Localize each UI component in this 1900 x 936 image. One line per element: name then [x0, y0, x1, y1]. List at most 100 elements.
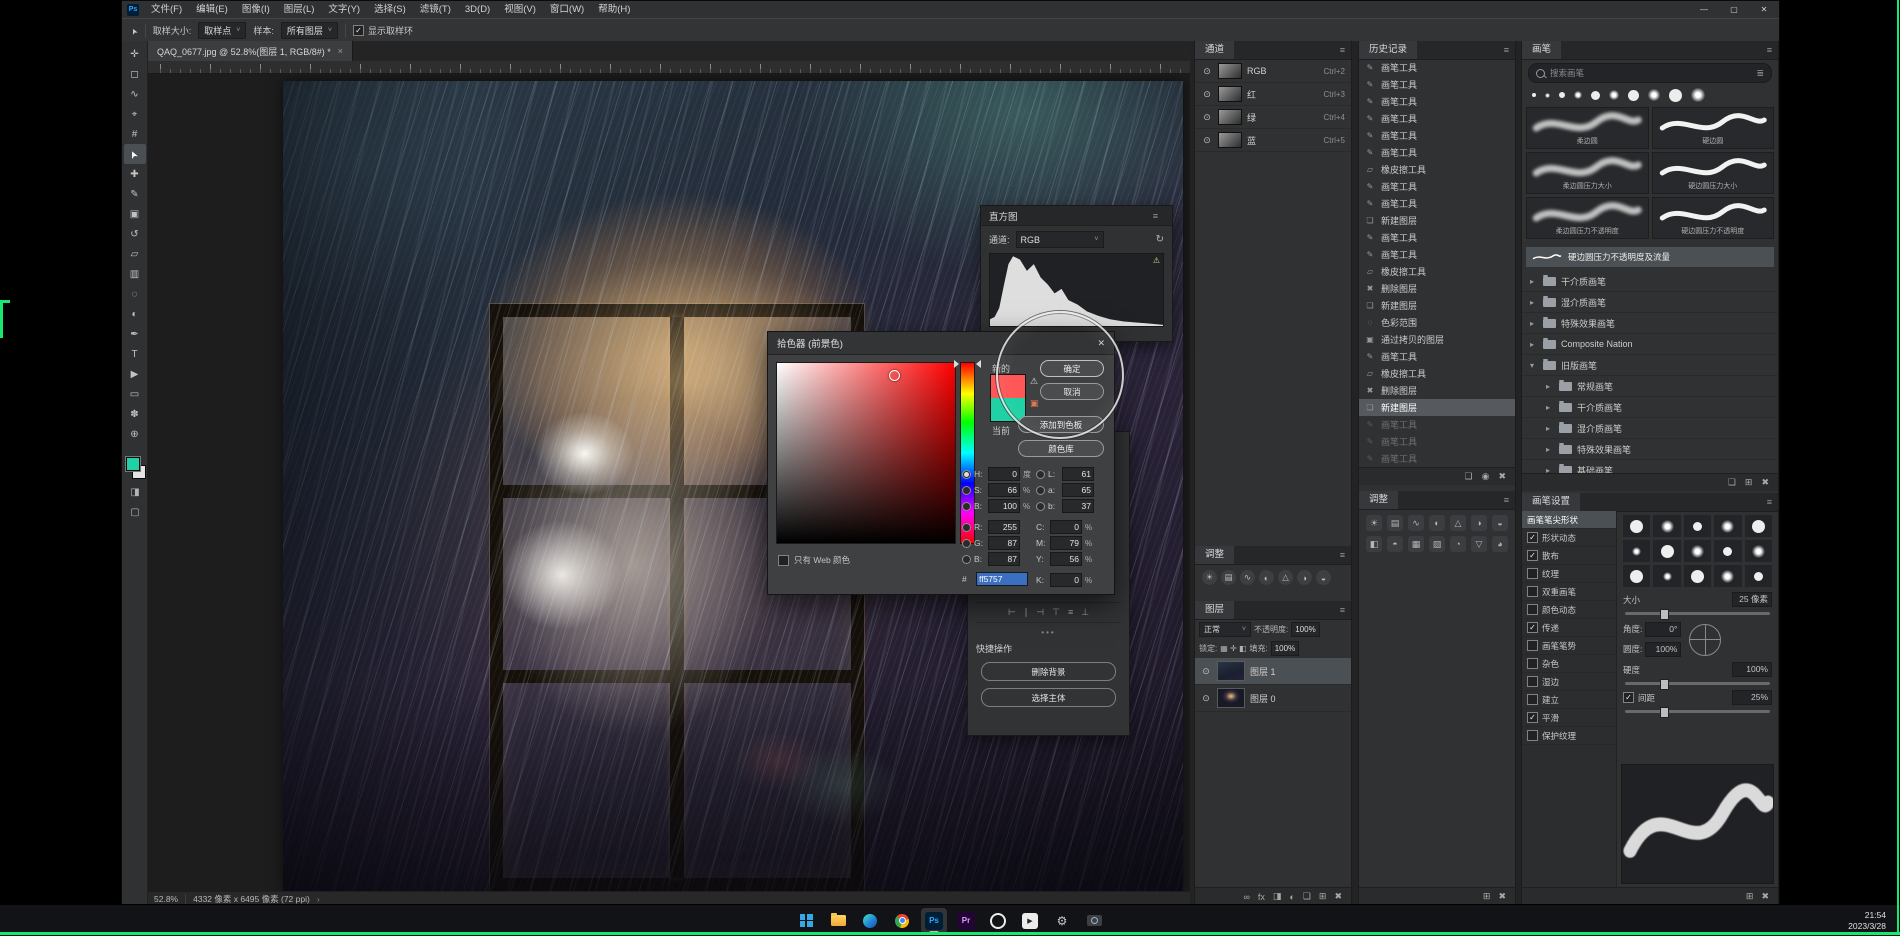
panel-menu-icon[interactable]: ≡ — [1147, 211, 1164, 221]
invert-icon[interactable]: ◔ — [1450, 536, 1466, 552]
spacing-checkbox[interactable]: ✓ — [1623, 692, 1634, 703]
new-layer-icon[interactable]: ⊞ — [1319, 891, 1327, 902]
visibility-eye-icon[interactable]: ⊙ — [1201, 112, 1213, 123]
value-input[interactable]: 87 — [988, 536, 1020, 550]
brush-folder[interactable]: ▸ 特殊效果画笔 — [1522, 439, 1778, 460]
exposure-icon[interactable]: ◐ — [1259, 570, 1274, 585]
visibility-eye-icon[interactable]: ⊙ — [1201, 66, 1213, 77]
chrome-button[interactable] — [889, 908, 915, 934]
checkbox-icon[interactable]: ✓ — [1527, 640, 1538, 651]
channel-mixer-icon[interactable]: ▦ — [1408, 536, 1424, 552]
history-brush-tool[interactable]: ↺ — [124, 224, 146, 244]
maximize-button[interactable]: ▢ — [1719, 1, 1749, 18]
align-bottom-icon[interactable]: ⊥ — [1081, 607, 1089, 618]
brush-folder[interactable]: ▾ 旧版画笔 — [1522, 355, 1778, 376]
brush-option-row[interactable]: ✓ 平滑 — [1522, 709, 1616, 727]
brush-option-row[interactable]: ✓ 颜色动态 — [1522, 601, 1616, 619]
vibrance-icon[interactable]: △ — [1450, 515, 1466, 531]
new-snapshot-icon[interactable]: ◉ — [1482, 471, 1490, 482]
align-middle-icon[interactable]: ≡ — [1068, 607, 1073, 618]
refresh-histogram-icon[interactable]: ↻ — [1156, 234, 1164, 245]
menu-item[interactable]: 帮助(H) — [591, 1, 637, 18]
brush-option-row[interactable]: ✓ 形状动态 — [1522, 529, 1616, 547]
adjustment-layer-icon[interactable]: ◐ — [1289, 892, 1294, 902]
color-balance-icon[interactable]: ◒ — [1316, 570, 1331, 585]
photoshop-taskbar-button[interactable]: Ps — [921, 908, 947, 934]
screen-mode-button[interactable]: ▢ — [122, 507, 148, 518]
curves-icon[interactable]: ∿ — [1240, 570, 1255, 585]
brush-preset[interactable]: 柔边圆 — [1526, 107, 1649, 149]
layer-mask-icon[interactable]: ◨ — [1273, 891, 1282, 902]
menu-item[interactable]: 编辑(E) — [189, 1, 235, 18]
show-sampling-ring-checkbox[interactable]: ✓ 显示取样环 — [353, 24, 413, 37]
checkbox-icon[interactable]: ✓ — [1527, 586, 1538, 597]
brush-preset[interactable]: 硬边圆压力大小 — [1652, 152, 1775, 194]
channel-row[interactable]: ⊙ 蓝 Ctrl+5 — [1195, 129, 1351, 152]
move-tool[interactable]: ✛ — [124, 44, 146, 64]
brush-tip-grid[interactable] — [1623, 515, 1772, 587]
exposure-icon[interactable]: ◐ — [1429, 515, 1445, 531]
panel-menu-icon[interactable]: ≡ — [1334, 45, 1351, 55]
file-explorer-button[interactable] — [825, 908, 851, 934]
delete-settings-icon[interactable]: ✖ — [1761, 891, 1769, 902]
quick-action-button[interactable]: 删除背景 — [981, 662, 1116, 681]
expand-arrow-icon[interactable]: ▾ — [1530, 361, 1538, 370]
hue-saturation-icon[interactable]: ◑ — [1471, 515, 1487, 531]
cancel-button[interactable]: 取消 — [1040, 383, 1104, 400]
layer-group-icon[interactable]: ❏ — [1303, 891, 1311, 902]
menu-item[interactable]: 图像(I) — [235, 1, 277, 18]
checkbox-icon[interactable]: ✓ — [1527, 730, 1538, 741]
brush-folder[interactable]: ▸ 特殊效果画笔 — [1522, 313, 1778, 334]
lasso-tool[interactable]: ∿ — [124, 84, 146, 104]
pen-tool[interactable]: ✒ — [124, 324, 146, 344]
quick-mask-button[interactable]: ◨ — [122, 487, 148, 498]
blur-tool[interactable]: ◌ — [124, 284, 146, 304]
settings-button[interactable]: ⚙ — [1049, 908, 1075, 934]
link-layers-icon[interactable]: ∞ — [1243, 892, 1249, 902]
expand-arrow-icon[interactable]: ▸ — [1530, 298, 1538, 307]
ok-button[interactable]: 确定 — [1040, 360, 1104, 377]
document-tab[interactable]: QAQ_0677.jpg @ 52.8%(图层 1, RGB/8#) * × — [148, 41, 353, 61]
align-top-icon[interactable]: ⊤ — [1052, 607, 1060, 618]
history-step[interactable]: ✎ 画笔工具 — [1359, 450, 1515, 467]
color-field-marker[interactable] — [889, 370, 900, 381]
panel-menu-icon[interactable]: ≡ — [1498, 45, 1515, 55]
history-step[interactable]: ▱ 橡皮擦工具 — [1359, 161, 1515, 178]
brush-folder[interactable]: ▸ 湿介质画笔 — [1522, 292, 1778, 313]
layer-row[interactable]: ⊙ 图层 1 — [1195, 658, 1351, 685]
saturation-brightness-field[interactable] — [776, 362, 956, 544]
dialog-close-icon[interactable]: ✕ — [1097, 338, 1105, 349]
menu-item[interactable]: 图层(L) — [277, 1, 322, 18]
brush-preset[interactable]: 硬边圆 — [1652, 107, 1775, 149]
brush-tool[interactable]: ✎ — [124, 184, 146, 204]
brush-preset[interactable]: 柔边圆压力不透明度 — [1526, 197, 1649, 239]
fill-value[interactable]: 100% — [1271, 641, 1299, 656]
checkbox-icon[interactable]: ✓ — [1527, 694, 1538, 705]
levels-icon[interactable]: ▤ — [1221, 570, 1236, 585]
checkbox-icon[interactable]: ✓ — [1527, 568, 1538, 579]
opacity-value[interactable]: 100% — [1291, 622, 1319, 637]
brush-folder[interactable]: ▸ 干介质画笔 — [1522, 271, 1778, 292]
posterize-icon[interactable]: ▽ — [1471, 536, 1487, 552]
roundness-value[interactable]: 100% — [1645, 642, 1681, 657]
value-input[interactable]: 100 — [988, 499, 1020, 513]
quick-action-button[interactable]: 选择主体 — [981, 688, 1116, 707]
brush-option-row[interactable]: ✓ 传递 — [1522, 619, 1616, 637]
value-input[interactable]: 0 — [1050, 520, 1082, 534]
radio-button[interactable] — [962, 539, 971, 548]
expand-arrow-icon[interactable]: ▸ — [1546, 445, 1554, 454]
delete-layer-icon[interactable]: ✖ — [1334, 891, 1342, 902]
hardness-value[interactable]: 100% — [1732, 662, 1772, 677]
brush-option-row[interactable]: ✓ 杂色 — [1522, 655, 1616, 673]
web-safe-cube-icon[interactable]: ▣ — [1030, 398, 1039, 409]
value-input[interactable]: 65 — [1062, 483, 1094, 497]
radio-button[interactable] — [1036, 470, 1045, 479]
history-step[interactable]: ✎ 画笔工具 — [1359, 59, 1515, 76]
brush-option-row[interactable]: ✓ 湿边 — [1522, 673, 1616, 691]
close-button[interactable]: ✕ — [1749, 1, 1779, 18]
radio-button[interactable] — [962, 502, 971, 511]
menu-item[interactable]: 3D(D) — [458, 1, 497, 18]
history-step[interactable]: ✖ 删除图层 — [1359, 280, 1515, 297]
premiere-taskbar-button[interactable]: Pr — [953, 908, 979, 934]
radio-button[interactable] — [962, 555, 971, 564]
